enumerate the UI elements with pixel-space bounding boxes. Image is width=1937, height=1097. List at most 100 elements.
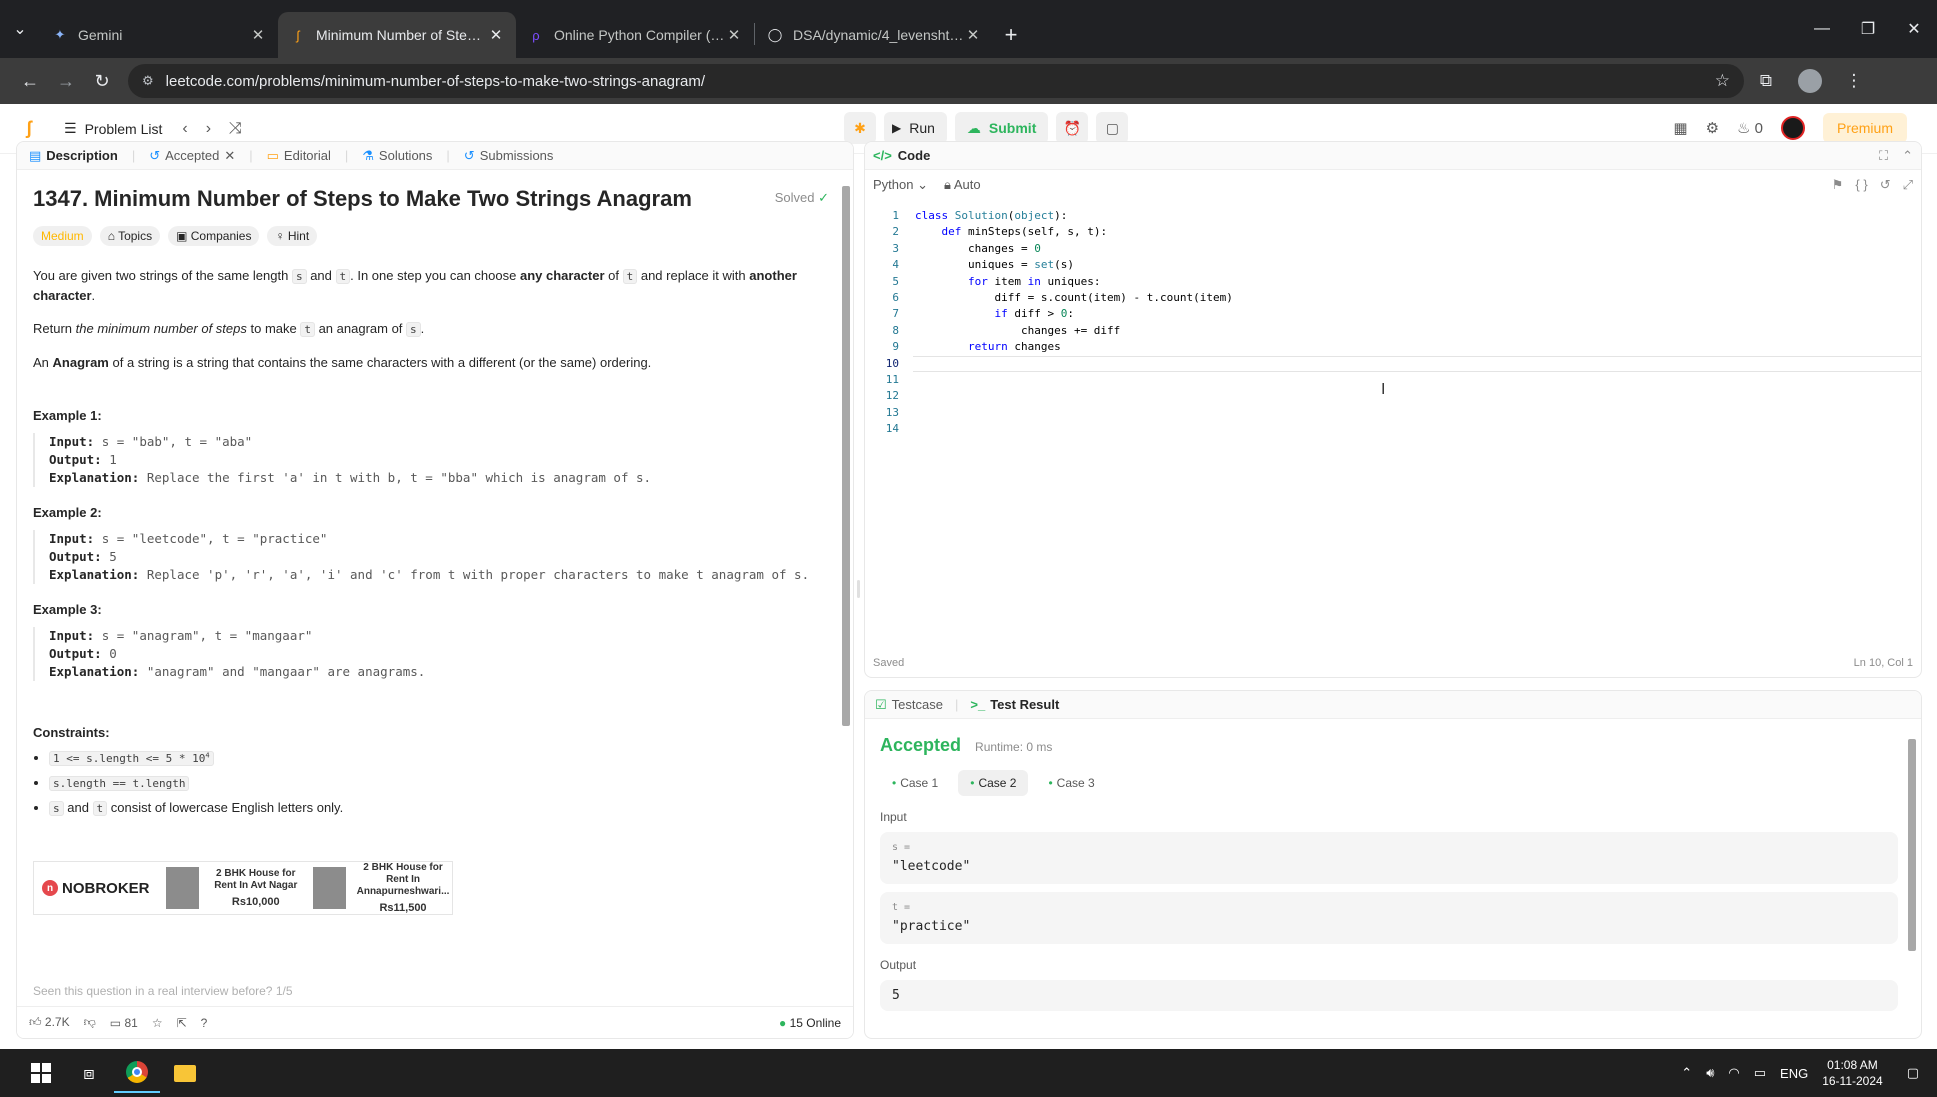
nobroker-ad[interactable]: n NOBROKER 2 BHK House for Rent In Avt Na… xyxy=(33,861,453,915)
close-tab-icon[interactable]: ✕ xyxy=(250,26,266,44)
minimize-icon[interactable]: — xyxy=(1799,20,1845,38)
tab-search-icon[interactable]: ⌄ xyxy=(0,0,40,58)
thumbs-up-icon: 👍︎ xyxy=(29,1015,42,1029)
lightbulb-icon: ♀ xyxy=(275,229,285,243)
problem-title[interactable]: 1347. Minimum Number of Steps to Make Tw… xyxy=(33,186,833,212)
tab-description[interactable]: ▤ Description xyxy=(29,148,118,164)
leetcode-logo-icon[interactable]: ʃ xyxy=(26,118,46,140)
problem-list-button[interactable]: ☰ Problem List xyxy=(64,120,162,137)
code-editor[interactable]: 1 class Solution(object): 2 def minSteps(… xyxy=(865,208,1921,648)
maximize-icon[interactable]: ❐ xyxy=(1845,19,1891,39)
scrollbar-thumb[interactable] xyxy=(1908,739,1916,951)
code-line: 2 def minSteps(self, s, t): xyxy=(892,225,1108,239)
more-menu-icon[interactable]: ⋮ xyxy=(1832,71,1876,91)
url-text[interactable]: leetcode.com/problems/minimum-number-of-… xyxy=(166,73,1715,90)
topics-chip[interactable]: ⌂ Topics xyxy=(99,226,161,246)
back-icon[interactable]: ← xyxy=(12,71,48,92)
favorite-star-icon[interactable]: ☆ xyxy=(152,1016,163,1030)
panel-resize-handle[interactable] xyxy=(857,580,860,598)
battery-icon[interactable]: ▭ xyxy=(1754,1065,1766,1081)
language-select[interactable]: Python ⌄ xyxy=(873,177,928,193)
notifications-icon[interactable]: ▢ xyxy=(1907,1065,1919,1081)
file-explorer-icon[interactable] xyxy=(162,1053,208,1093)
hint-chip[interactable]: ♀ Hint xyxy=(267,226,318,246)
settings-gear-icon[interactable]: ⚙ xyxy=(1706,119,1719,137)
auto-mode[interactable]: 🔒︎ Auto xyxy=(944,177,981,193)
output-box: 5 xyxy=(880,980,1898,1011)
close-tab-icon[interactable]: ✕ xyxy=(965,26,981,44)
problem-tags: Medium ⌂ Topics ▣ Companies ♀ Hint xyxy=(33,226,833,246)
notes-icon[interactable]: ▢ xyxy=(1096,112,1129,144)
next-problem-icon[interactable]: › xyxy=(206,120,211,138)
editor-actions: ⚑ { } ↺ ⤢ xyxy=(1832,177,1913,193)
close-tab-icon[interactable]: ✕ xyxy=(726,26,742,44)
description-scrollbar[interactable] xyxy=(841,180,851,1000)
example-box: Input: s = "leetcode", t = "practice" Ou… xyxy=(33,530,833,584)
profile-avatar[interactable] xyxy=(1798,69,1822,93)
companies-chip[interactable]: ▣ Companies xyxy=(168,226,260,246)
clock-time: 01:08 AM xyxy=(1827,1058,1878,1072)
user-avatar[interactable] xyxy=(1780,116,1805,140)
tab-submissions[interactable]: ↺ Submissions xyxy=(464,148,554,164)
bookmark-star-icon[interactable]: ☆ xyxy=(1715,71,1730,91)
case-3-tab[interactable]: • Case 3 xyxy=(1036,770,1106,796)
tab-label: Description xyxy=(46,148,118,163)
wifi-icon[interactable]: ◠ xyxy=(1728,1065,1739,1081)
format-code-icon[interactable]: { } xyxy=(1855,177,1867,193)
fullscreen-icon[interactable]: ⤢ xyxy=(1903,177,1913,193)
language-indicator[interactable]: ENG xyxy=(1780,1066,1808,1081)
tab-leetcode[interactable]: ʃ Minimum Number of Steps to M ✕ xyxy=(278,12,516,58)
shuffle-icon[interactable]: ⤨ xyxy=(229,120,242,138)
timer-icon[interactable]: ⏰ xyxy=(1056,112,1089,144)
close-tab-icon[interactable]: ✕ xyxy=(224,148,235,164)
check-circle-icon: ✓ xyxy=(818,190,829,205)
code-brackets-icon: </> xyxy=(873,148,892,163)
chevron-up-icon[interactable]: ⌃ xyxy=(1681,1065,1692,1081)
omnibox[interactable]: ⚙ leetcode.com/problems/minimum-number-o… xyxy=(128,64,1744,98)
run-button[interactable]: ▶ Run xyxy=(884,112,947,144)
reset-code-icon[interactable]: ↺ xyxy=(1880,177,1891,193)
divider: | xyxy=(344,148,349,163)
prev-problem-icon[interactable]: ‹ xyxy=(182,120,187,138)
scrollbar-thumb[interactable] xyxy=(842,186,850,726)
premium-button[interactable]: Premium xyxy=(1822,113,1907,143)
tab-testcase[interactable]: ☑ Testcase xyxy=(875,697,943,713)
collapse-icon[interactable]: ⌃ xyxy=(1902,148,1913,164)
layout-icon[interactable]: ▦ xyxy=(1673,119,1687,137)
tab-gemini[interactable]: ✦ Gemini ✕ xyxy=(40,12,278,58)
new-tab-button[interactable]: + xyxy=(993,12,1029,58)
constraint-item: s and t consist of lowercase English let… xyxy=(49,800,833,816)
like-button[interactable]: 👍︎ 2.7K xyxy=(29,1015,70,1030)
current-line-highlight xyxy=(913,356,1921,372)
tab-test-result[interactable]: >_ Test Result xyxy=(970,697,1059,712)
code-line: 13 xyxy=(885,405,899,419)
volume-icon[interactable]: 🔊︎ xyxy=(1706,1065,1714,1081)
tab-editorial[interactable]: ▭ Editorial xyxy=(267,148,331,164)
case-1-tab[interactable]: • Case 1 xyxy=(880,770,950,796)
help-icon[interactable]: ? xyxy=(201,1016,208,1030)
streak-counter[interactable]: ♨ 0 xyxy=(1737,119,1763,137)
clock[interactable]: 01:08 AM 16-11-2024 xyxy=(1822,1057,1883,1089)
site-info-icon[interactable]: ⚙ xyxy=(142,73,154,89)
comments-button[interactable]: ▭ 81 xyxy=(110,1016,138,1030)
close-tab-icon[interactable]: ✕ xyxy=(488,26,504,44)
result-scrollbar[interactable] xyxy=(1907,729,1917,1029)
extensions-icon[interactable]: ⧉ xyxy=(1744,71,1788,91)
dislike-icon[interactable]: 👎︎ xyxy=(84,1015,96,1030)
tab-accepted[interactable]: ↺ Accepted ✕ xyxy=(149,148,235,164)
close-window-icon[interactable]: ✕ xyxy=(1891,19,1937,39)
reload-icon[interactable]: ↻ xyxy=(84,71,120,92)
case-2-tab[interactable]: • Case 2 xyxy=(958,770,1029,796)
task-view-icon[interactable]: ⧈ xyxy=(66,1053,112,1093)
bookmark-icon[interactable]: ⚑ xyxy=(1832,177,1844,193)
maximize-icon[interactable]: ⛶ xyxy=(1879,148,1888,164)
tab-python-compiler[interactable]: ρ Online Python Compiler (Interp ✕ xyxy=(516,12,754,58)
forward-icon[interactable]: → xyxy=(48,71,84,92)
debug-icon[interactable]: ✱ xyxy=(844,112,876,144)
share-icon[interactable]: ⇱ xyxy=(177,1016,187,1030)
tab-solutions[interactable]: ⚗ Solutions xyxy=(362,148,432,164)
tab-github[interactable]: ◯ DSA/dynamic/4_levenshtein_di ✕ xyxy=(755,12,993,58)
submit-button[interactable]: ☁ Submit xyxy=(954,112,1049,144)
chrome-taskbar-icon[interactable] xyxy=(114,1053,160,1093)
windows-start-icon[interactable] xyxy=(18,1053,64,1093)
